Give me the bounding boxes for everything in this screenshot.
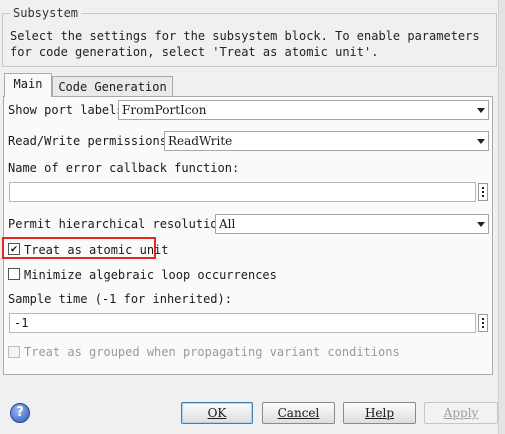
port-labels-dropdown[interactable]: FromPortIcon <box>118 100 489 120</box>
rw-permissions-value: ReadWrite <box>168 134 233 148</box>
minimize-loop-label: Minimize algebraic loop occurrences <box>24 268 277 282</box>
apply-button[interactable]: Apply <box>424 402 498 424</box>
cancel-button[interactable]: Cancel <box>262 402 335 424</box>
groupbox-title: Subsystem <box>10 6 82 20</box>
port-labels-label: Show port labels <box>8 103 124 117</box>
chevron-down-icon <box>474 221 488 227</box>
sample-time-input[interactable]: -1 <box>9 313 476 333</box>
chevron-down-icon <box>474 107 488 113</box>
hier-resolution-dropdown[interactable]: All <box>215 214 489 234</box>
sample-time-more-icon[interactable] <box>478 314 488 332</box>
minimize-loop-checkbox[interactable] <box>8 268 20 280</box>
port-labels-value: FromPortIcon <box>122 103 207 117</box>
hier-resolution-label: Permit hierarchical resolution: <box>8 217 232 231</box>
error-callback-input[interactable] <box>9 182 476 202</box>
error-callback-label: Name of error callback function: <box>8 161 240 175</box>
chevron-down-icon <box>474 138 488 144</box>
grouped-variant-checkbox[interactable] <box>8 346 20 358</box>
tab-code-generation[interactable]: Code Generation <box>52 76 173 98</box>
window-edge <box>498 0 505 434</box>
ok-button[interactable]: OK <box>181 402 253 424</box>
rw-permissions-dropdown[interactable]: ReadWrite <box>164 131 489 151</box>
hier-resolution-value: All <box>219 217 236 231</box>
grouped-variant-label: Treat as grouped when propagating varian… <box>24 345 400 359</box>
help-icon[interactable]: ? <box>10 403 30 423</box>
error-callback-more-icon[interactable] <box>478 183 488 201</box>
groupbox-description: Select the settings for the subsystem bl… <box>10 29 480 59</box>
atomic-unit-checkbox[interactable]: ✔ <box>8 243 20 255</box>
atomic-unit-label: Treat as atomic unit <box>24 243 169 257</box>
rw-permissions-label: Read/Write permissions: <box>8 134 175 148</box>
help-button[interactable]: Help <box>343 402 416 424</box>
sample-time-label: Sample time (-1 for inherited): <box>8 292 232 306</box>
tab-main[interactable]: Main <box>4 73 52 97</box>
